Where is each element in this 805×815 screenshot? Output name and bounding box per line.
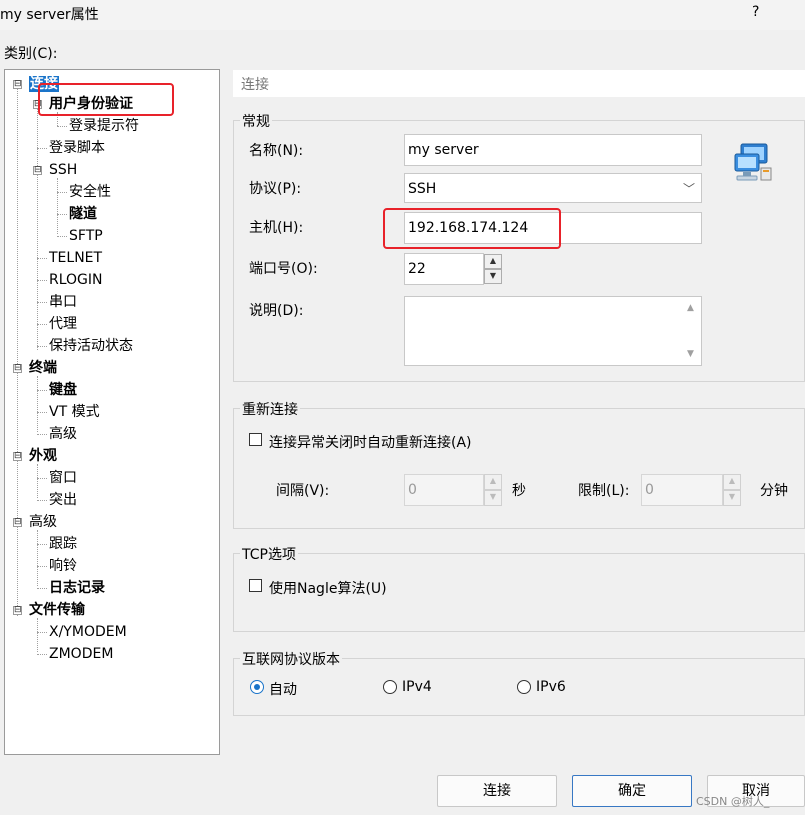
tree-item-rlogin[interactable]: RLOGIN (49, 270, 103, 290)
ip-version-group-title: 互联网协议版本 (240, 649, 342, 669)
help-button[interactable]: ? (752, 4, 759, 20)
interval-spinner[interactable]: ▲ ▼ (484, 474, 502, 506)
spin-down-icon[interactable]: ▼ (484, 490, 502, 506)
nagle-label[interactable]: 使用Nagle算法(U) (269, 578, 387, 598)
protocol-select-value: SSH (408, 181, 437, 197)
limit-input[interactable]: 0 (641, 474, 723, 506)
tree-item-keyboard[interactable]: 键盘 (49, 380, 77, 400)
nagle-checkbox[interactable] (249, 579, 262, 592)
ipv6-radio[interactable] (517, 680, 531, 694)
collapse-icon[interactable]: ⊟ (13, 606, 22, 615)
ok-button[interactable]: 确定 (572, 775, 692, 807)
description-label: 说明(D): (249, 303, 304, 319)
ipv4-radio[interactable] (383, 680, 397, 694)
spin-up-icon[interactable]: ▲ (484, 254, 502, 269)
tree-item-terminal-advanced[interactable]: 高级 (49, 424, 77, 444)
tree-item-security[interactable]: 安全性 (69, 182, 111, 202)
panel-header-text: 连接 (241, 77, 269, 93)
port-label: 端口号(O): (249, 261, 318, 277)
description-scrollbar[interactable]: ▲ ▼ (683, 297, 701, 365)
port-spinner[interactable]: ▲ ▼ (484, 254, 502, 284)
watermark: CSDN @树人_ (696, 795, 770, 808)
description-textarea[interactable]: ▲ ▼ (404, 296, 702, 366)
annotation-highlight-host (383, 208, 561, 249)
interval-unit: 秒 (512, 483, 526, 499)
auto-reconnect-label[interactable]: 连接异常关闭时自动重新连接(A) (269, 432, 472, 452)
ipv6-label[interactable]: IPv6 (536, 679, 566, 695)
panel-header: 连接 (233, 70, 805, 97)
category-tree[interactable]: ⊟ ⊟ ⊟ ⊟ ⊟ ⊟ ⊟ 连接 用户身份验证 登录提示符 登录脚本 SSH 安… (4, 69, 220, 755)
category-label: 类别(C): (4, 46, 58, 62)
tree-item-appearance[interactable]: 外观 (29, 446, 57, 466)
limit-spinner[interactable]: ▲ ▼ (723, 474, 741, 506)
title-bar (0, 0, 805, 30)
collapse-icon[interactable]: ⊟ (13, 452, 22, 461)
spin-down-icon[interactable]: ▼ (484, 269, 502, 284)
spin-up-icon[interactable]: ▲ (723, 474, 741, 490)
ipv4-label[interactable]: IPv4 (402, 679, 432, 695)
ip-auto-radio[interactable] (250, 680, 264, 694)
tree-item-tunneling[interactable]: 隧道 (69, 204, 97, 224)
scroll-down-icon[interactable]: ▼ (687, 349, 694, 359)
connect-button[interactable]: 连接 (437, 775, 557, 807)
spin-down-icon[interactable]: ▼ (723, 490, 741, 506)
tree-item-keep-alive[interactable]: 保持活动状态 (49, 336, 133, 356)
tree-item-zmodem[interactable]: ZMODEM (49, 644, 113, 664)
reconnect-group-title: 重新连接 (240, 399, 300, 419)
tree-item-telnet[interactable]: TELNET (49, 248, 102, 268)
limit-label: 限制(L): (578, 483, 630, 499)
tree-item-serial[interactable]: 串口 (49, 292, 77, 312)
collapse-icon[interactable]: ⊟ (13, 364, 22, 373)
scroll-up-icon[interactable]: ▲ (687, 303, 694, 313)
auto-reconnect-checkbox[interactable] (249, 433, 262, 446)
spin-up-icon[interactable]: ▲ (484, 474, 502, 490)
interval-label: 间隔(V): (276, 483, 330, 499)
host-label: 主机(H): (249, 220, 304, 236)
tcp-group-title: TCP选项 (240, 544, 298, 564)
tree-item-bell[interactable]: 响铃 (49, 556, 77, 576)
collapse-icon[interactable]: ⊟ (13, 80, 22, 89)
annotation-highlight-user-auth (38, 83, 174, 116)
window-title: my server属性 (0, 7, 99, 23)
tree-item-ssh[interactable]: SSH (49, 160, 77, 180)
interval-input[interactable]: 0 (404, 474, 484, 506)
tree-item-window[interactable]: 窗口 (49, 468, 77, 488)
computer-icon (731, 142, 777, 186)
reconnect-group (233, 408, 805, 529)
name-input[interactable]: my server (404, 134, 702, 166)
tree-item-advanced[interactable]: 高级 (29, 512, 57, 532)
tree-item-logging[interactable]: 日志记录 (49, 578, 105, 598)
chevron-down-icon: ﹀ (682, 182, 695, 196)
limit-unit: 分钟 (760, 483, 788, 499)
tree-item-file-transfer[interactable]: 文件传输 (29, 600, 85, 620)
port-input[interactable]: 22 (404, 253, 484, 285)
tree-item-xymodem[interactable]: X/YMODEM (49, 622, 127, 642)
tree-item-login-scripts[interactable]: 登录脚本 (49, 138, 105, 158)
protocol-label: 协议(P): (249, 181, 302, 197)
collapse-icon[interactable]: ⊟ (33, 166, 42, 175)
tree-item-terminal[interactable]: 终端 (29, 358, 57, 378)
protocol-select[interactable]: SSH ﹀ (404, 173, 702, 203)
tree-item-proxy[interactable]: 代理 (49, 314, 77, 334)
tree-item-highlight[interactable]: 突出 (49, 490, 77, 510)
collapse-icon[interactable]: ⊟ (13, 518, 22, 527)
tree-item-login-prompts[interactable]: 登录提示符 (69, 116, 139, 136)
tree-item-sftp[interactable]: SFTP (69, 226, 103, 246)
ip-auto-label[interactable]: 自动 (269, 679, 297, 699)
general-group-title: 常规 (240, 111, 272, 131)
tree-item-vt-modes[interactable]: VT 模式 (49, 402, 100, 422)
name-label: 名称(N): (249, 143, 304, 159)
tree-item-trace[interactable]: 跟踪 (49, 534, 77, 554)
